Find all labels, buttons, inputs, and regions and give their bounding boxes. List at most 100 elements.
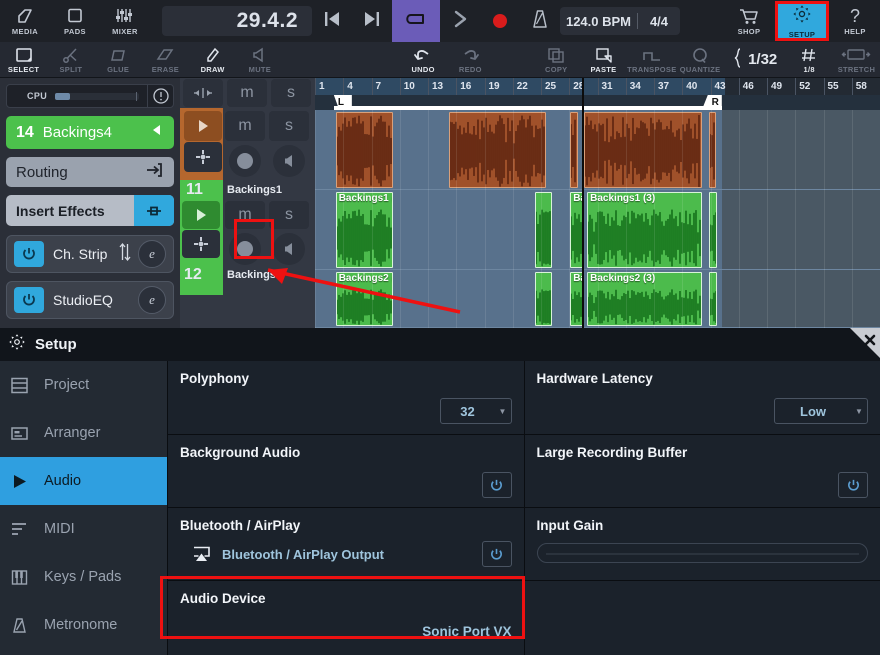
go-to-end-button[interactable] bbox=[352, 0, 392, 42]
clip[interactable]: Backings2 (3) bbox=[587, 272, 703, 326]
clip[interactable] bbox=[448, 112, 546, 188]
ruler-bar-number: 25 bbox=[541, 78, 556, 95]
shop-button[interactable]: SHOP bbox=[724, 0, 774, 42]
tool-draw[interactable]: DRAW bbox=[189, 42, 236, 77]
play-button[interactable] bbox=[440, 0, 480, 42]
sidebar-item-keys-pads[interactable]: Keys / Pads bbox=[0, 553, 167, 601]
clip[interactable] bbox=[584, 112, 703, 188]
clip-waveform bbox=[536, 287, 552, 325]
go-to-start-button[interactable] bbox=[312, 0, 352, 42]
track-11-monitor-button[interactable] bbox=[273, 233, 305, 265]
warning-icon[interactable] bbox=[147, 85, 173, 107]
tool-redo[interactable]: REDO bbox=[447, 42, 494, 77]
tool-undo[interactable]: UNDO bbox=[399, 42, 446, 77]
bluetooth-airplay-toggle[interactable] bbox=[481, 541, 512, 567]
input-gain-slider[interactable] bbox=[536, 543, 868, 563]
quantize-value-control[interactable]: 1/32 bbox=[724, 42, 786, 77]
clip[interactable]: Backings2 (1) bbox=[335, 272, 394, 326]
track-11-record-button[interactable] bbox=[229, 233, 261, 265]
track-10-solo-button[interactable]: s bbox=[269, 111, 309, 141]
bluetooth-airplay-output-label[interactable]: Bluetooth / AirPlay Output bbox=[222, 547, 482, 562]
help-button[interactable]: ? HELP bbox=[830, 0, 880, 42]
tool-copy[interactable]: COPY bbox=[533, 42, 580, 77]
routing-button[interactable]: Routing bbox=[6, 157, 174, 187]
tool-erase[interactable]: ERASE bbox=[142, 42, 189, 77]
record-button[interactable] bbox=[480, 0, 520, 42]
close-button[interactable] bbox=[844, 328, 880, 358]
sidebar-item-mixdown-share[interactable]: Mixdown / Share bbox=[0, 649, 167, 655]
clip[interactable] bbox=[535, 272, 553, 326]
tool-paste[interactable]: PASTE bbox=[580, 42, 627, 77]
power-icon[interactable] bbox=[14, 287, 44, 313]
track-header-11[interactable]: 11 Backings1 m s bbox=[180, 180, 315, 265]
scissors-icon bbox=[61, 45, 81, 64]
metronome-button[interactable] bbox=[520, 0, 560, 42]
time-position-display[interactable]: 29.4.2 bbox=[162, 6, 312, 36]
tool-split[interactable]: SPLIT bbox=[47, 42, 94, 77]
track-header-12[interactable]: 12 Backings2 bbox=[180, 265, 315, 295]
grid-control[interactable]: 1/8 bbox=[786, 42, 833, 77]
timeline-ruler[interactable]: 1 4 7 10 13 16 19 22 25 28 31 34 37 40 43 46 49 52 55 58 bbox=[315, 78, 880, 95]
mute-all-button[interactable]: m bbox=[227, 79, 267, 107]
setup-button[interactable]: SETUP bbox=[777, 2, 827, 40]
tool-quantize[interactable]: QUANTIZE bbox=[677, 42, 724, 77]
sidebar-item-metronome[interactable]: Metronome bbox=[0, 601, 167, 649]
selected-track-name[interactable]: 14 Backings4 bbox=[6, 116, 174, 149]
grid-line bbox=[767, 110, 768, 328]
tool-split-label: SPLIT bbox=[59, 65, 83, 74]
track-10-play-button[interactable] bbox=[184, 111, 222, 141]
power-icon[interactable] bbox=[14, 241, 44, 267]
track-10-mute-button[interactable]: m bbox=[225, 111, 265, 141]
effect-slot-chstrip[interactable]: Ch. Strip e bbox=[6, 235, 174, 273]
background-audio-toggle[interactable] bbox=[481, 472, 512, 498]
collapse-arrow-icon[interactable] bbox=[150, 123, 164, 142]
locator-right-marker[interactable]: R bbox=[701, 95, 722, 110]
sidebar-item-arranger[interactable]: Arranger bbox=[0, 409, 167, 457]
track-header-10[interactable]: m s bbox=[180, 108, 315, 180]
track-11-play-button[interactable] bbox=[182, 201, 220, 229]
card-audio-device[interactable]: Audio Device Sonic Port VX bbox=[168, 581, 524, 655]
mixer-button[interactable]: MIXER bbox=[100, 0, 150, 42]
tool-mute[interactable]: MUTE bbox=[236, 42, 283, 77]
media-button[interactable]: MEDIA bbox=[0, 0, 50, 42]
insert-effects-header[interactable]: Insert Effects bbox=[6, 195, 174, 226]
pads-button[interactable]: PADS bbox=[50, 0, 100, 42]
transport-bar: MEDIA PADS MIXER 29.4.2 124.0 BPM 4/4 SH… bbox=[0, 0, 880, 42]
solo-all-button[interactable]: s bbox=[271, 79, 311, 107]
tempo-signature-display[interactable]: 124.0 BPM 4/4 bbox=[560, 7, 680, 35]
clip[interactable]: Backings1 (3) bbox=[587, 192, 703, 268]
playhead[interactable] bbox=[582, 78, 585, 328]
track-11-mute-button[interactable]: m bbox=[225, 201, 265, 229]
track-auto-zoom-button[interactable] bbox=[183, 79, 223, 107]
edit-effect-studioeq-button[interactable]: e bbox=[138, 286, 166, 314]
sidebar-item-audio[interactable]: Audio bbox=[0, 457, 167, 505]
tool-stretch[interactable]: STRETCH bbox=[833, 42, 880, 77]
track-11-solo-button[interactable]: s bbox=[269, 201, 309, 229]
effect-slot-studioeq[interactable]: StudioEQ e bbox=[6, 281, 174, 319]
tool-transpose[interactable]: TRANSPOSE bbox=[627, 42, 676, 77]
reorder-arrows-icon[interactable] bbox=[118, 241, 132, 268]
clip[interactable] bbox=[570, 112, 578, 188]
cpu-fill bbox=[55, 92, 71, 100]
audio-device-value[interactable]: Sonic Port VX bbox=[422, 624, 511, 639]
large-recording-buffer-toggle[interactable] bbox=[838, 472, 868, 498]
clip[interactable]: Backings1 (1) bbox=[335, 192, 394, 268]
cart-icon bbox=[738, 6, 760, 26]
insert-slot-icon[interactable] bbox=[134, 195, 174, 226]
sidebar-item-project[interactable]: Project bbox=[0, 361, 167, 409]
polyphony-dropdown[interactable]: 32 ▼ bbox=[439, 398, 512, 424]
cycle-button[interactable] bbox=[392, 0, 440, 42]
clip[interactable] bbox=[335, 112, 394, 188]
hardware-latency-dropdown[interactable]: Low ▼ bbox=[774, 398, 868, 424]
track-10-monitor-button[interactable] bbox=[273, 145, 305, 177]
track-10-record-button[interactable] bbox=[229, 145, 261, 177]
clip-waveform bbox=[336, 207, 392, 267]
clip[interactable] bbox=[535, 192, 553, 268]
track-10-settings-button[interactable] bbox=[184, 142, 222, 172]
tool-glue[interactable]: GLUE bbox=[95, 42, 142, 77]
track-11-settings-button[interactable] bbox=[182, 230, 220, 258]
edit-effect-chstrip-button[interactable]: e bbox=[138, 240, 166, 268]
locator-bar[interactable]: LR bbox=[315, 95, 880, 110]
tool-select[interactable]: SELECT bbox=[0, 42, 47, 77]
sidebar-item-midi[interactable]: MIDI bbox=[0, 505, 167, 553]
